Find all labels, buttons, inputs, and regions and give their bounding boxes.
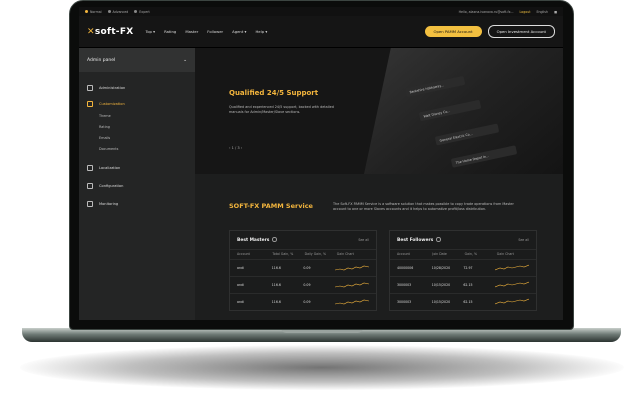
table-row[interactable]: 40000006 10/28/2020 72.97 xyxy=(390,258,536,276)
chevron-down-icon: ⌄ xyxy=(183,57,187,63)
pamm-description: The Soft-FX PAMM Service is a software s… xyxy=(332,202,514,211)
admin-sidebar: Admin panel ⌄ Administration Customizati… xyxy=(79,48,195,320)
user-icon xyxy=(87,85,93,91)
masters-see-all-link[interactable]: See all xyxy=(358,238,369,242)
table-row[interactable]: 3000003 10/15/2020 62.15 xyxy=(390,275,536,293)
pamm-section: SOFT-FX PAMM Service The Soft-FX PAMM Se… xyxy=(195,174,563,311)
hero-pager[interactable]: ‹ 1 / 3 › xyxy=(229,146,242,150)
gain-sparkline xyxy=(495,281,529,288)
open-investment-account-button[interactable]: Open Investment Account xyxy=(487,25,555,38)
sliders-icon xyxy=(87,101,93,107)
laptop-shadow xyxy=(20,345,624,390)
nav-top[interactable]: Top ▾ xyxy=(146,29,156,34)
gain-sparkline xyxy=(335,299,369,305)
best-followers-table: Best Followers See all Account Join Date … xyxy=(389,230,537,311)
gear-icon xyxy=(87,183,93,189)
hero-banner: Berkshire Hathaway... Walt Disney Co... … xyxy=(195,48,563,174)
open-pamm-account-button[interactable]: Open PAMM Account xyxy=(424,26,482,37)
table-header: Account Join Date Gain, % Gain Chart xyxy=(390,248,536,259)
gain-sparkline xyxy=(335,265,369,271)
sidebar-item-configuration[interactable]: Configuration xyxy=(87,180,187,192)
nav-follower[interactable]: Follower xyxy=(207,29,223,34)
monitor-icon xyxy=(87,165,93,171)
main-content: Berkshire Hathaway... Walt Disney Co... … xyxy=(195,48,563,320)
best-followers-title: Best Followers xyxy=(397,237,434,243)
sidebar-sub-emails[interactable]: Emails xyxy=(87,132,187,143)
hero-title: Qualified 24/5 Support xyxy=(229,89,319,97)
table-row[interactable]: 3000003 10/15/2020 62.15 xyxy=(390,292,536,310)
gain-sparkline xyxy=(335,282,369,288)
sidebar-sub-documents[interactable]: Documents xyxy=(87,143,187,154)
hero-text: Qualified and experienced 24/5 support, … xyxy=(229,105,334,114)
sidebar-sub-theme[interactable]: Theme xyxy=(87,110,187,121)
followers-see-all-link[interactable]: See all xyxy=(518,238,529,242)
screen: Normal Advanced Expert Hello, alaxna.iva… xyxy=(79,7,563,320)
laptop-mockup: Normal Advanced Expert Hello, alaxna.iva… xyxy=(0,0,643,407)
settings-icon[interactable]: ■ xyxy=(554,10,557,14)
gain-sparkline xyxy=(495,298,529,305)
mode-normal[interactable]: Normal xyxy=(85,10,102,14)
main-nav: ✕soft-FX Top ▾ Rating Master Follower Ag… xyxy=(79,16,563,48)
nav-help[interactable]: Help ▾ xyxy=(255,29,267,34)
top-strip: Normal Advanced Expert Hello, alaxna.iva… xyxy=(79,7,563,16)
user-email: Hello, alaxna.ivanova.ru@soft-fx... xyxy=(458,9,514,14)
best-masters-table: Best Masters See all Account Total Gain, … xyxy=(229,230,377,311)
pamm-title: SOFT-FX PAMM Service xyxy=(229,202,313,210)
mode-expert[interactable]: Expert xyxy=(134,10,150,14)
logo[interactable]: ✕soft-FX xyxy=(87,27,134,37)
nav-agent[interactable]: Agent ▾ xyxy=(232,29,246,34)
table-row[interactable]: andi 116.6 0.09 xyxy=(230,292,376,310)
sidebar-item-localization[interactable]: Localization xyxy=(87,162,187,174)
table-row[interactable]: andi 116.6 0.09 xyxy=(230,258,376,276)
gain-sparkline xyxy=(495,264,529,271)
logout-link[interactable]: Logout xyxy=(520,10,531,14)
sidebar-item-administration[interactable]: Administration xyxy=(87,82,187,94)
info-icon[interactable] xyxy=(272,237,277,242)
info-icon[interactable] xyxy=(436,237,441,242)
table-header: Account Total Gain, % Daily Gain, % Gain C… xyxy=(230,248,376,259)
mode-advanced[interactable]: Advanced xyxy=(107,10,128,14)
sidebar-item-monitoring[interactable]: Monitoring xyxy=(87,198,187,210)
language-select[interactable]: English xyxy=(536,10,548,14)
admin-panel-header[interactable]: Admin panel ⌄ xyxy=(79,48,195,72)
nav-master[interactable]: Master xyxy=(185,29,198,34)
best-masters-title: Best Masters xyxy=(237,237,270,243)
sidebar-item-customization[interactable]: Customization xyxy=(87,98,187,110)
nav-rating[interactable]: Rating xyxy=(164,29,176,34)
users-icon xyxy=(87,201,93,207)
sidebar-sub-rating[interactable]: Rating xyxy=(87,121,187,132)
table-row[interactable]: andi 116.6 0.09 xyxy=(230,275,376,293)
